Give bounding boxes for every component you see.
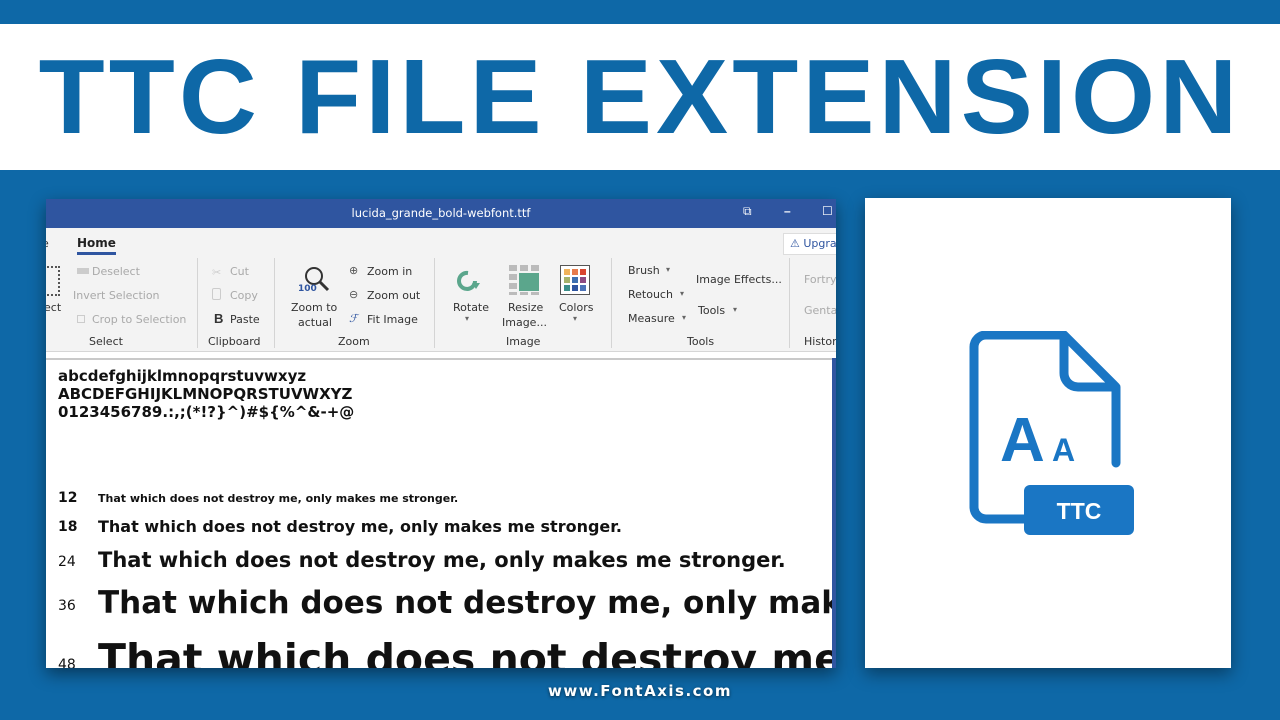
measure-dropdown-icon[interactable]: ▾ xyxy=(682,313,686,322)
zoom-100-badge: 100 xyxy=(298,284,317,294)
sample-text: That which does not destroy me, only mak… xyxy=(98,492,459,505)
ribbon-toolbar: e Home ⚠ Upgrade ect Deselect Invert Sel… xyxy=(46,228,836,352)
title-banner: TTC FILE EXTENSION xyxy=(0,24,1280,170)
zoom-to-actual-label-2[interactable]: actual xyxy=(298,316,332,329)
zoom-to-actual-button[interactable]: Zoom to xyxy=(291,301,337,314)
warning-icon: ⚠ xyxy=(790,237,800,250)
font-preview-area: abcdefghijklmnopqrstuvwxyz ABCDEFGHIJKLM… xyxy=(46,358,836,668)
retouch-button[interactable]: Retouch xyxy=(628,288,673,301)
rotate-button[interactable]: Rotate xyxy=(453,301,489,314)
zoom-in-button[interactable]: Zoom in xyxy=(367,265,412,278)
tools-button[interactable]: Tools xyxy=(698,304,725,317)
tools-dropdown-icon[interactable]: ▾ xyxy=(733,305,737,314)
image-effects-button[interactable]: Image Effects... xyxy=(696,273,782,286)
symbols-sample: 0123456789.:,;(*!?}^)#${%^&-+@ xyxy=(58,403,355,421)
resize-image-button[interactable]: Resize xyxy=(508,301,543,314)
colors-palette-icon[interactable] xyxy=(560,265,590,295)
copy-icon xyxy=(212,288,221,300)
select-button-label[interactable]: ect xyxy=(46,301,61,314)
window-titlebar: lucida_grande_bold-webfont.ttf ⧉ – ☐ xyxy=(46,199,836,228)
uppercase-sample: ABCDEFGHIJKLMNOPQRSTUVWXYZ xyxy=(58,385,353,403)
glyph-small-a: A xyxy=(1052,432,1075,468)
cut-button[interactable]: Cut xyxy=(230,265,249,278)
image-viewer-window: lucida_grande_bold-webfont.ttf ⧉ – ☐ e H… xyxy=(46,199,836,668)
tab-previous[interactable]: e xyxy=(46,237,49,250)
group-label-tools: Tools xyxy=(687,335,715,348)
ttc-file-icon: TTC A A xyxy=(969,331,1134,535)
scrollbar[interactable] xyxy=(832,358,836,668)
upgrade-button[interactable]: ⚠ Upgrade xyxy=(783,233,836,255)
fit-image-icon: ℱ xyxy=(349,313,358,325)
sample-text: That which does not destroy me, only mak… xyxy=(98,585,836,621)
crop-to-selection-button[interactable]: Crop to Selection xyxy=(92,313,186,326)
brush-dropdown-icon[interactable]: ▾ xyxy=(666,265,670,274)
lowercase-sample: abcdefghijklmnopqrstuvwxyz xyxy=(58,367,307,385)
copy-button[interactable]: Copy xyxy=(230,289,258,302)
group-label-select: Select xyxy=(89,335,123,348)
group-label-image: Image xyxy=(506,335,541,348)
measure-button[interactable]: Measure xyxy=(628,312,675,325)
maximize-button[interactable]: ☐ xyxy=(822,204,833,218)
fit-image-button[interactable]: Fit Image xyxy=(367,313,418,326)
sample-size: 36 xyxy=(58,598,76,614)
sample-text: That which does not destroy me, only mak… xyxy=(98,548,786,572)
brush-button[interactable]: Brush xyxy=(628,264,660,277)
invert-selection-button[interactable]: Invert Selection xyxy=(73,289,160,302)
deselect-button[interactable]: Deselect xyxy=(92,265,140,278)
rotate-dropdown-icon[interactable]: ▾ xyxy=(465,314,469,323)
group-label-zoom: Zoom xyxy=(338,335,370,348)
history-item[interactable]: Fortry xyxy=(804,273,836,286)
tab-home[interactable]: Home xyxy=(77,236,116,255)
history-item[interactable]: Genta xyxy=(804,304,836,317)
ttc-badge-label: TTC xyxy=(1057,498,1102,524)
sample-size: 12 xyxy=(58,490,78,506)
crop-icon xyxy=(77,315,85,323)
retouch-dropdown-icon[interactable]: ▾ xyxy=(680,289,684,298)
group-label-history: Histor xyxy=(804,335,836,348)
glyph-large-a: A xyxy=(1000,406,1045,475)
resize-image-label-2[interactable]: Image... xyxy=(502,316,547,329)
paste-icon: B xyxy=(214,311,224,326)
colors-button[interactable]: Colors xyxy=(559,301,593,314)
ribbon-divider xyxy=(434,258,435,348)
group-label-clipboard: Clipboard xyxy=(208,335,261,348)
sample-size: 18 xyxy=(58,519,78,535)
sample-text: That which does not destroy me, only mak… xyxy=(98,517,622,536)
deselect-icon xyxy=(77,268,89,274)
sample-size: 48 xyxy=(58,657,76,668)
resize-image-icon[interactable] xyxy=(509,265,539,295)
select-marquee-icon[interactable] xyxy=(46,266,60,296)
colors-dropdown-icon[interactable]: ▾ xyxy=(573,314,577,323)
sample-text: That which does not destroy me, only mak… xyxy=(98,635,836,668)
upgrade-label: Upgrade xyxy=(803,237,836,250)
window-title: lucida_grande_bold-webfont.ttf xyxy=(351,206,531,220)
ribbon-divider xyxy=(611,258,612,348)
ribbon-divider xyxy=(197,258,198,348)
zoom-out-button[interactable]: Zoom out xyxy=(367,289,420,302)
sample-size: 24 xyxy=(58,554,76,570)
minimize-button[interactable]: – xyxy=(784,204,791,218)
zoom-out-icon: ⊖ xyxy=(349,289,359,301)
ribbon-divider xyxy=(789,258,790,348)
paste-button[interactable]: Paste xyxy=(230,313,260,326)
site-url: www.FontAxis.com xyxy=(548,682,732,700)
file-icon-card: TTC A A xyxy=(865,198,1231,668)
ribbon-divider xyxy=(274,258,275,348)
cut-icon: ✂ xyxy=(212,267,222,279)
page-title: TTC FILE EXTENSION xyxy=(38,37,1242,156)
zoom-in-icon: ⊕ xyxy=(349,265,359,277)
restore-window-button[interactable]: ⧉ xyxy=(743,204,752,219)
rotate-icon[interactable] xyxy=(455,268,481,294)
